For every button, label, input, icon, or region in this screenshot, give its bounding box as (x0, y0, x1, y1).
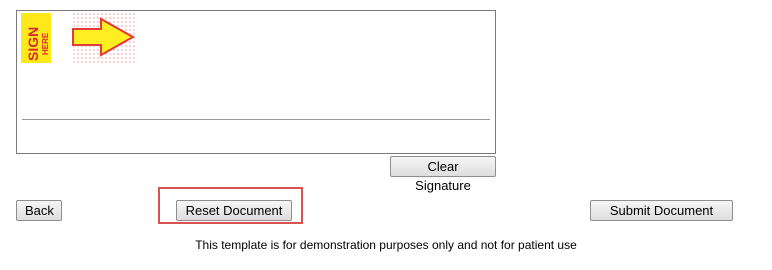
sign-here-badge: SIGN HERE (21, 13, 137, 63)
back-button[interactable]: Back (16, 200, 62, 221)
badge-sign-text: SIGN (25, 27, 41, 61)
badge-here-text: HERE (41, 32, 50, 55)
document-signing-page: SIGN HERE Clear Signature Back Reset Doc… (0, 0, 772, 270)
submit-document-button[interactable]: Submit Document (590, 200, 733, 221)
disclaimer-text: This template is for demonstration purpo… (195, 238, 577, 252)
reset-document-button[interactable]: Reset Document (176, 200, 292, 221)
signature-line (22, 119, 490, 120)
clear-signature-button[interactable]: Clear Signature (390, 156, 496, 193)
signature-pad[interactable]: SIGN HERE (16, 10, 496, 154)
